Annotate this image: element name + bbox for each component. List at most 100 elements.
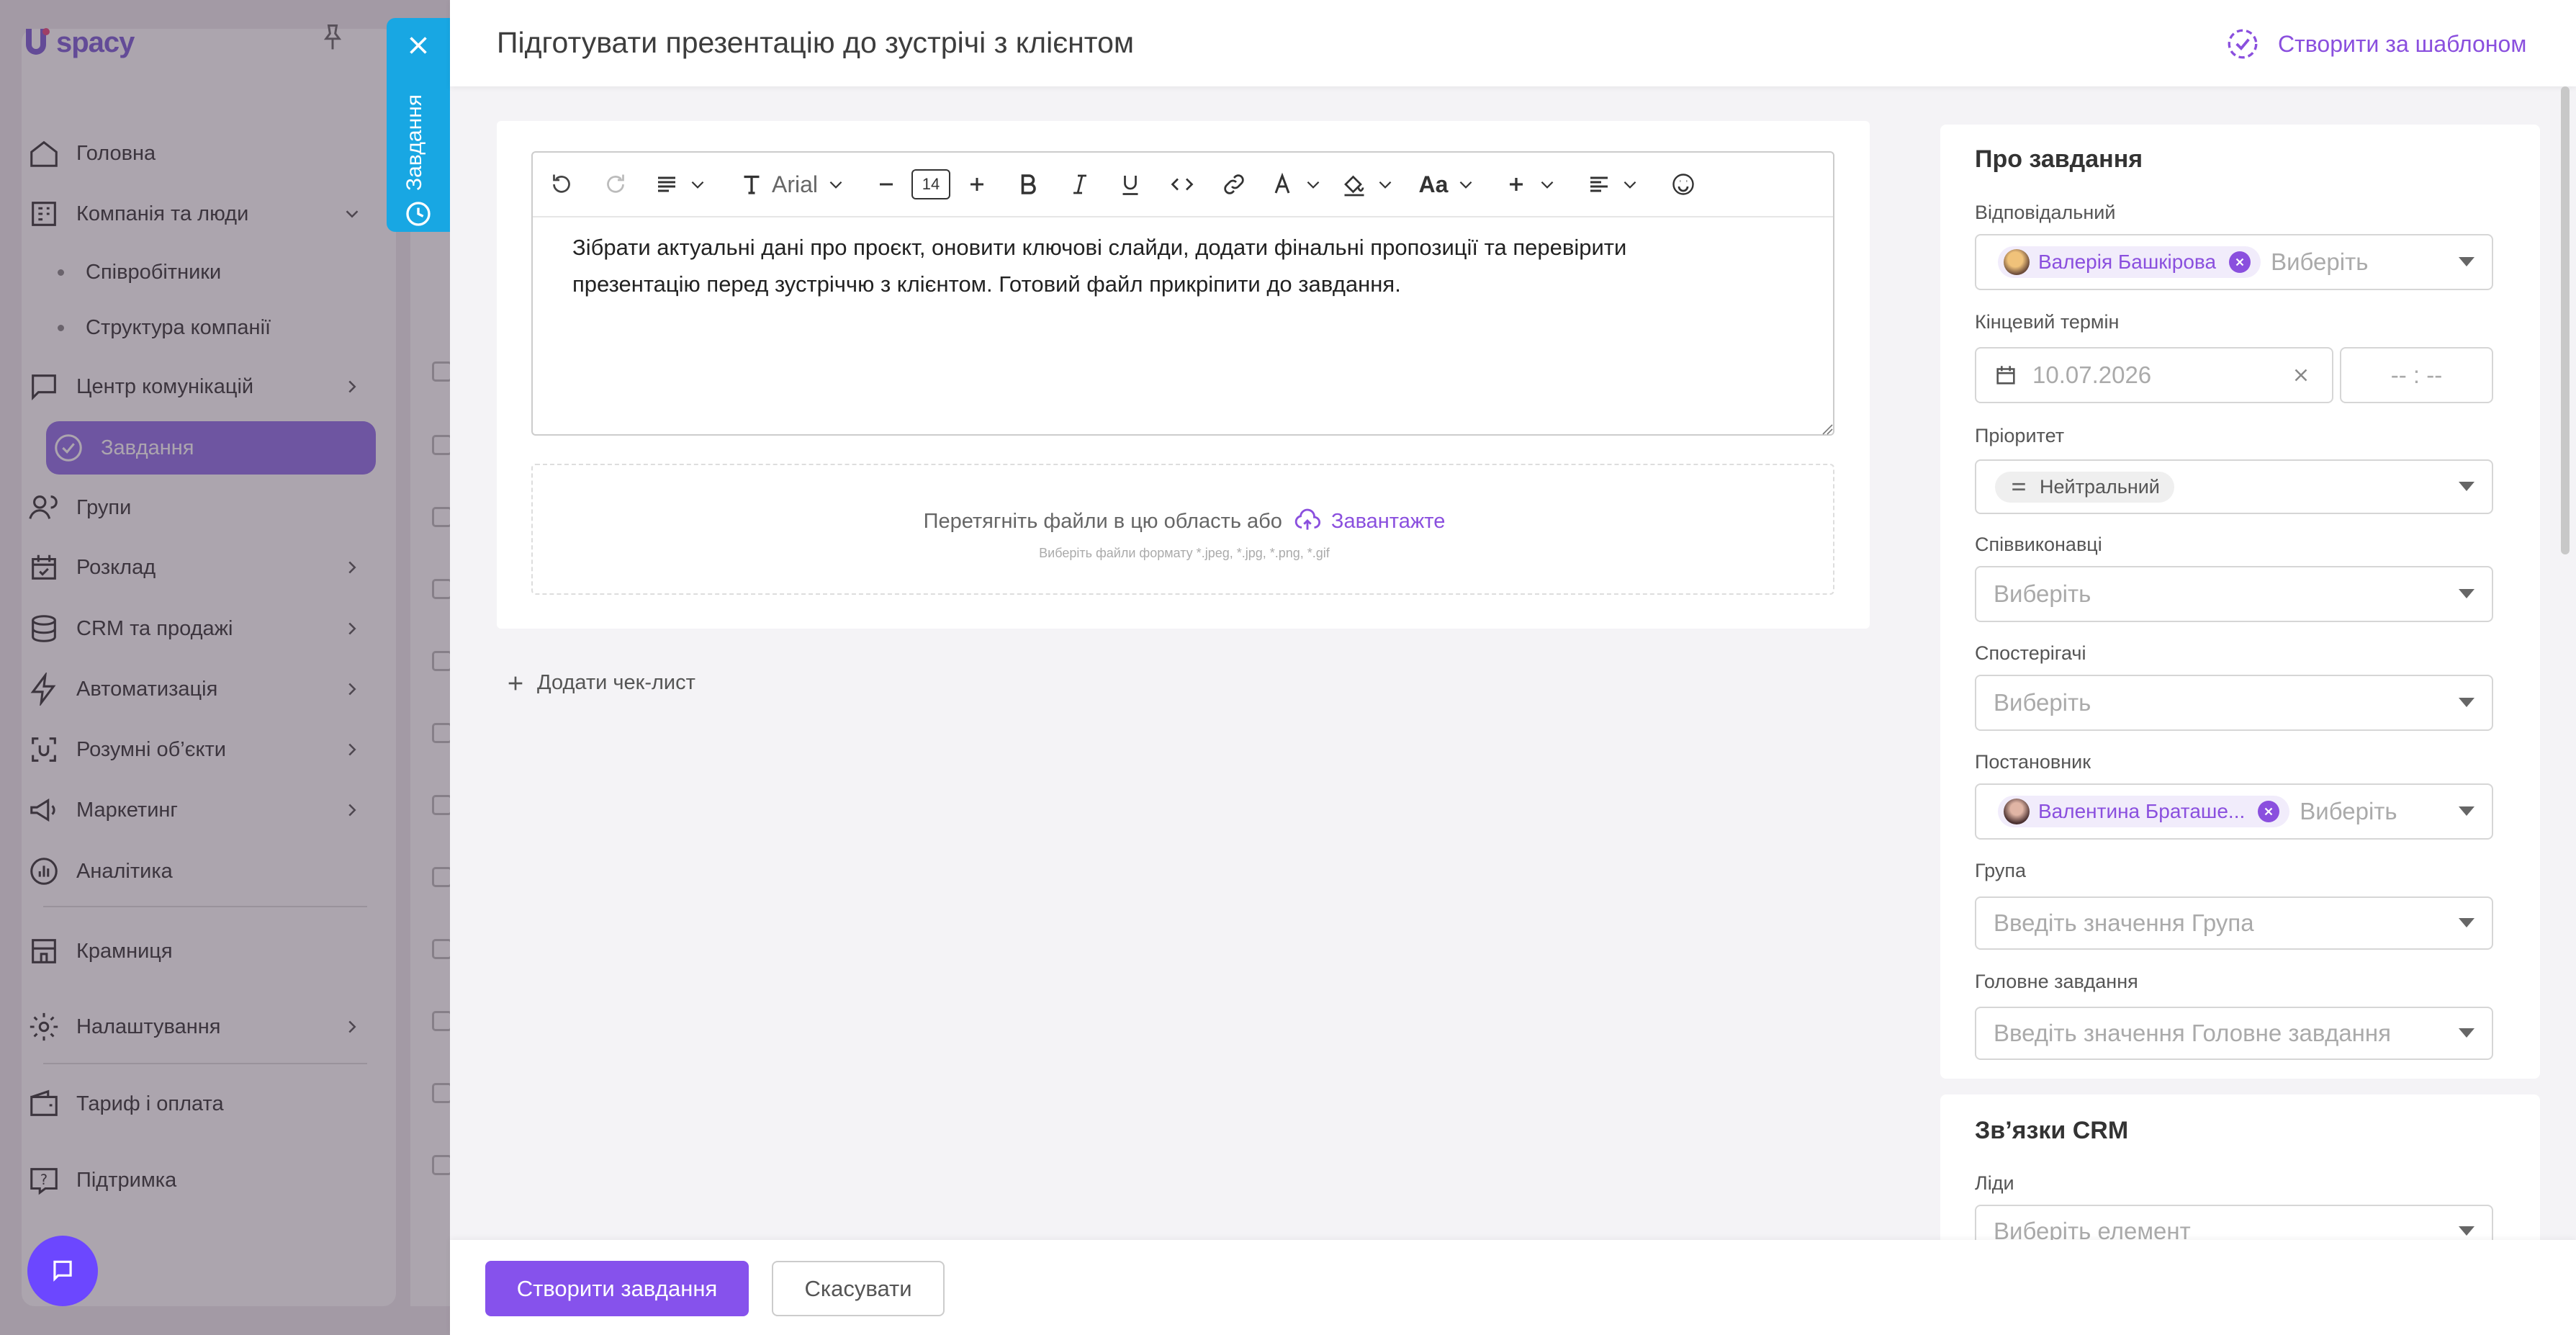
equals-icon [2012,482,2025,491]
dropdown-arrow-icon [2459,1028,2474,1038]
text-case-dropdown[interactable]: Aa [1404,152,1490,217]
cancel-button[interactable]: Скасувати [772,1261,945,1316]
support-chat-button[interactable] [27,1236,98,1306]
deadline-label: Кінцевий термін [1975,311,2120,333]
priority-chip: Нейтральний [1995,471,2174,503]
undo-button[interactable] [533,152,590,217]
creator-chip: Валентина Браташе... [1998,796,2290,827]
parent-task-select[interactable]: Введіть значення Головне завдання [1975,1007,2493,1060]
increase-font-button[interactable] [953,152,1001,217]
task-title[interactable]: Підготувати презентацію до зустрічі з кл… [497,26,1134,60]
editor-toolbar: Arial 14 Aa [533,153,1833,217]
coexecutors-label: Співвиконавці [1975,534,2102,555]
creator-label: Постановник [1975,751,2091,773]
code-button[interactable] [1156,152,1208,217]
paint-bucket-icon [1344,175,1364,197]
dropdown-arrow-icon [2459,1226,2474,1236]
insert-dropdown[interactable] [1490,152,1570,217]
emoji-button[interactable] [1656,152,1711,217]
close-icon [2264,807,2273,816]
dropzone-hint: Виберіть файли формату *.jpeg, *.jpg, *.… [1039,546,1330,560]
redo-button[interactable] [590,152,641,217]
observers-select[interactable]: Виберіть [1975,675,2493,731]
font-family-dropdown[interactable]: Arial [720,152,864,217]
observers-label: Спостерігачі [1975,642,2086,664]
redo-icon [607,174,624,193]
bold-icon [1021,174,1036,194]
create-task-button[interactable]: Створити завдання [485,1261,749,1316]
create-from-template-button[interactable]: Створити за шаблоном [2225,26,2526,62]
plus-icon [1510,178,1523,191]
priority-label: Пріоритет [1975,425,2065,446]
creator-select[interactable]: Валентина Браташе... Виберіть [1975,783,2493,840]
align-dropdown[interactable] [1570,152,1656,217]
minus-icon [880,183,893,186]
plus-icon [970,178,983,191]
highlight-color-dropdown[interactable] [1332,152,1404,217]
clock-icon [406,202,431,226]
group-label: Група [1975,860,2026,881]
chevron-down-icon [1379,181,1392,189]
chevron-down-icon [691,181,704,189]
dropdown-arrow-icon [2459,482,2474,491]
remove-chip-button[interactable] [2258,801,2280,822]
clear-date-icon[interactable] [2290,364,2312,386]
close-icon [2235,258,2244,266]
task-side-tab[interactable]: Завдання [387,18,450,232]
about-task-title: Про завдання [1975,145,2143,173]
bold-button[interactable] [1001,152,1055,217]
dropdown-arrow-icon [2459,698,2474,707]
text-color-dropdown[interactable] [1260,152,1332,217]
coexecutors-select[interactable]: Виберіть [1975,566,2493,622]
upload-link[interactable]: Завантажте [1331,510,1445,533]
font-icon [744,175,760,194]
file-dropzone[interactable]: Перетягніть файли в цю область або Завант… [531,464,1834,595]
avatar [2004,249,2030,275]
template-check-icon [2228,29,2258,59]
link-button[interactable] [1208,152,1260,217]
add-checklist-button[interactable]: Додати чек-лист [504,671,695,695]
group-select[interactable]: Введіть значення Група [1975,896,2493,950]
emoji-icon [1672,174,1694,195]
resize-handle-icon[interactable] [1820,422,1833,435]
chevron-down-icon [1460,181,1472,189]
responsible-chip: Валерія Башкірова [1998,246,2261,278]
chevron-down-icon [1541,181,1554,189]
chevron-down-icon [1307,181,1320,189]
text-color-icon [1274,172,1290,194]
close-icon[interactable] [405,32,431,58]
description-text[interactable]: Зібрати актуальні дані про проєкт, онови… [572,229,1760,302]
responsible-select[interactable]: Валерія Башкірова Виберіть [1975,234,2493,290]
plus-icon [508,676,523,690]
font-size-field[interactable]: 14 [909,152,953,217]
dropdown-arrow-icon [2459,257,2474,266]
decrease-font-button[interactable] [864,152,909,217]
parent-task-label: Головне завдання [1975,971,2138,992]
code-icon [1171,178,1194,191]
side-tab-label: Завдання [402,94,426,191]
italic-button[interactable] [1055,152,1104,217]
upload-cloud-icon [1294,508,1320,530]
remove-chip-button[interactable] [2229,251,2251,273]
calendar-icon [1996,366,2015,385]
chevron-down-icon [1623,181,1636,189]
deadline-time-input[interactable]: -- : -- [2340,347,2493,403]
underline-button[interactable] [1104,152,1156,217]
paragraph-icon [658,176,675,192]
deadline-date-input[interactable]: 10.07.2026 [1975,347,2333,403]
undo-icon [553,174,570,193]
chat-bubble-icon [53,1260,72,1282]
modal-footer [450,1240,2576,1335]
responsible-label: Відповідальний [1975,202,2116,223]
align-left-icon [1590,176,1608,192]
dropdown-arrow-icon [2459,589,2474,598]
chevron-down-icon [829,181,842,189]
underline-icon [1122,176,1138,195]
crm-links-title: Зв’язки CRM [1975,1117,2129,1144]
leads-label: Ліди [1975,1172,2014,1194]
dropdown-arrow-icon [2459,806,2474,816]
block-format-dropdown[interactable] [641,152,720,217]
dropdown-arrow-icon [2459,918,2474,927]
scrollbar[interactable] [2561,86,2570,554]
priority-select[interactable]: Нейтральний [1975,459,2493,514]
